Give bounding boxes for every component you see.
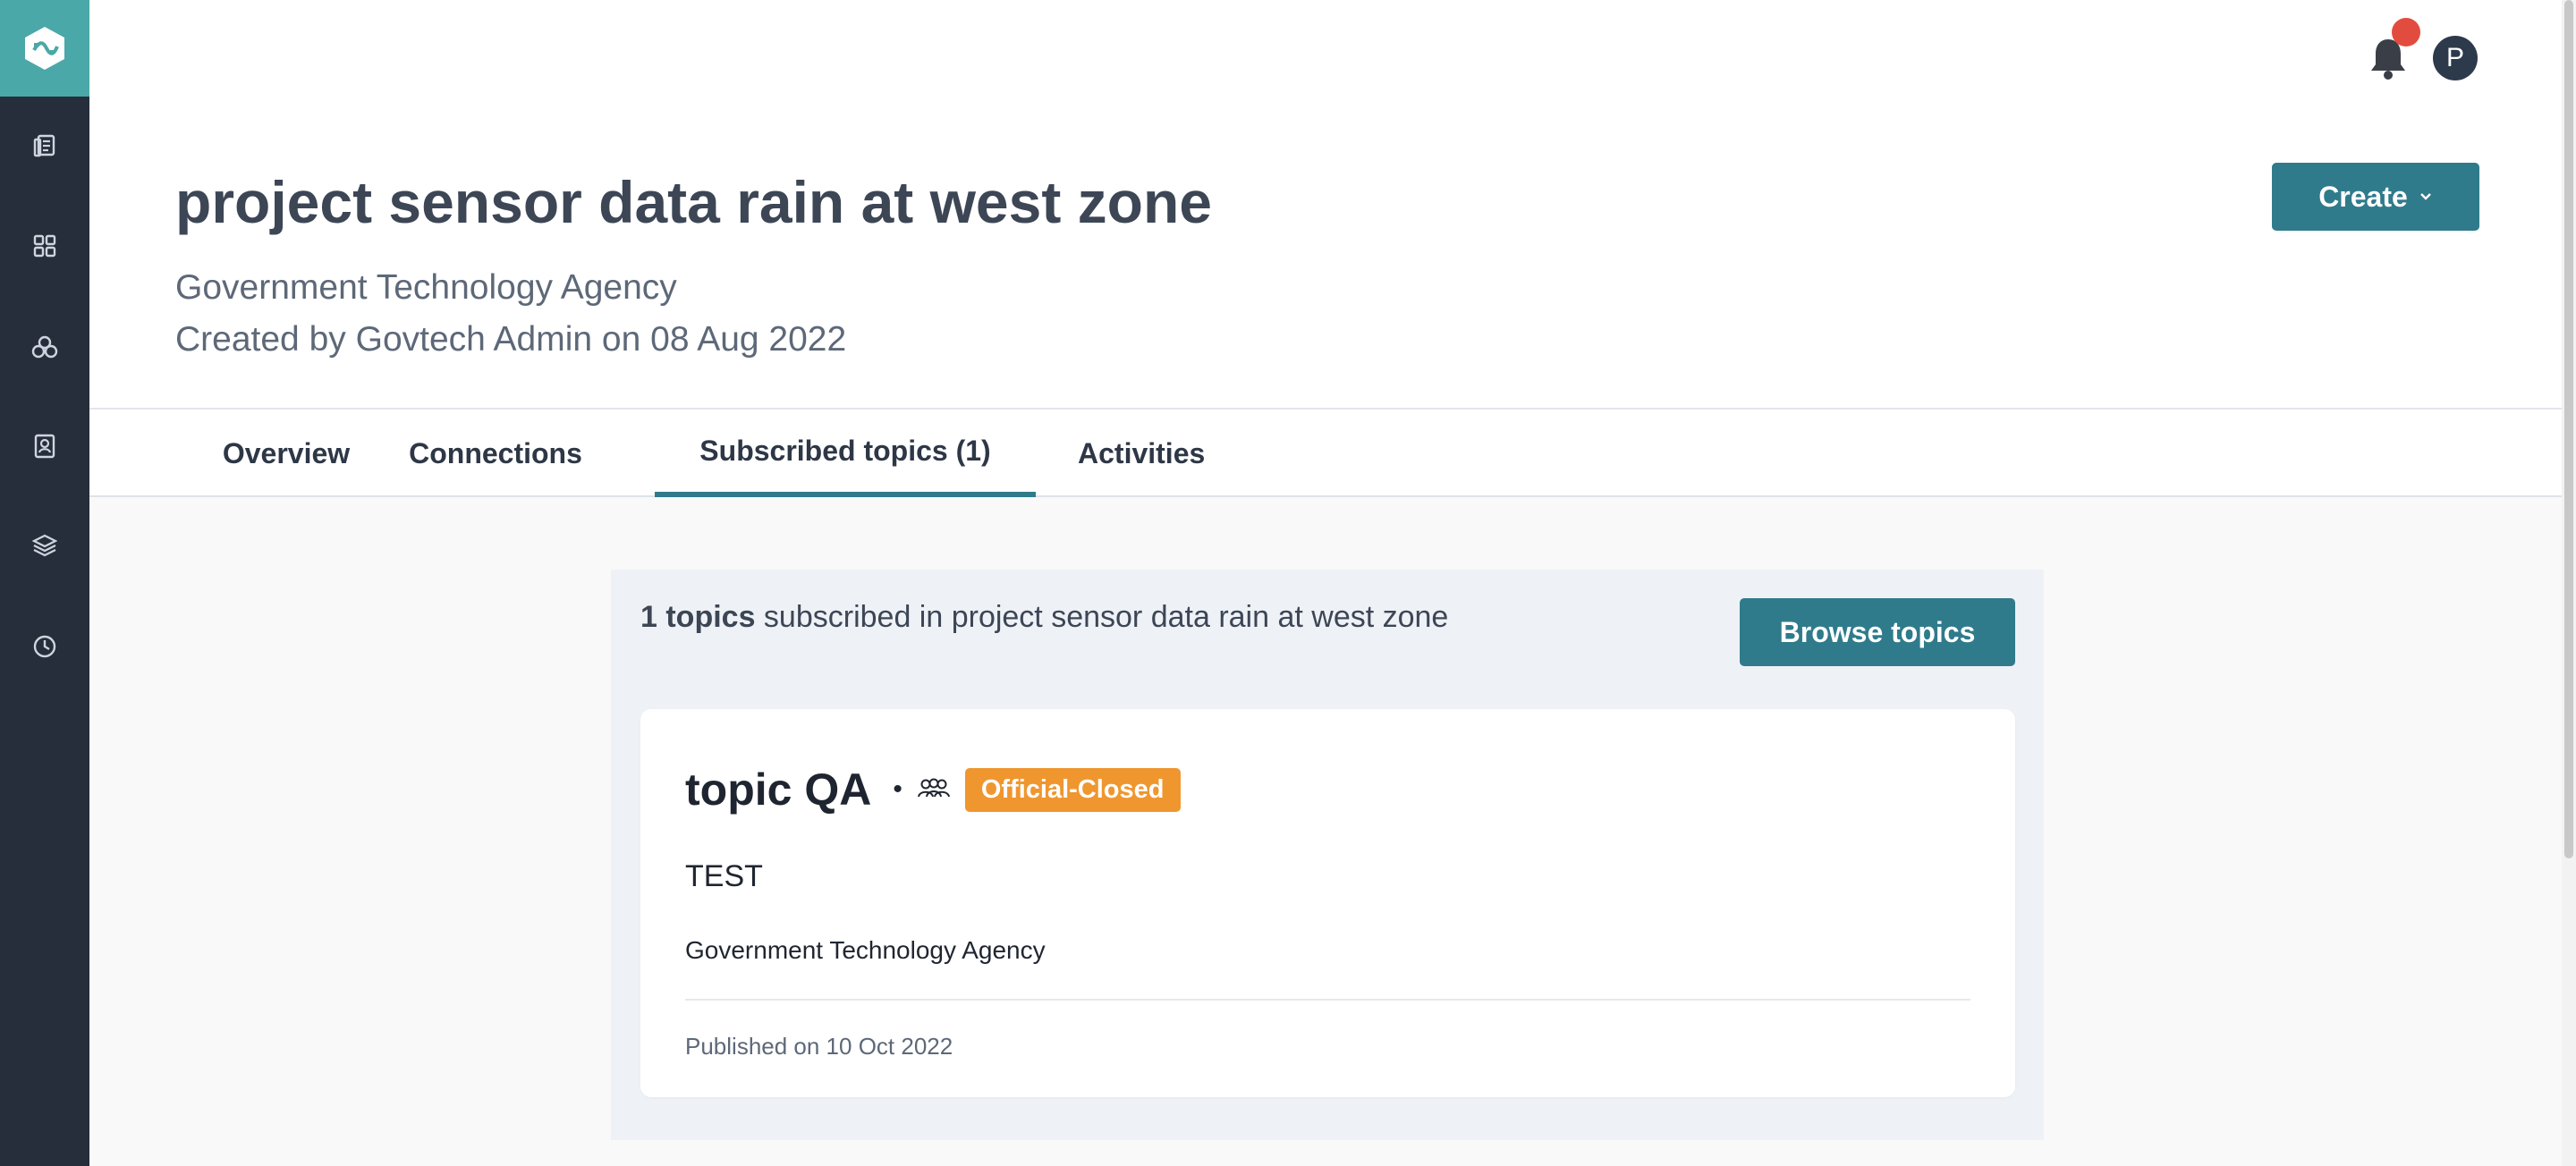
topic-description: TEST (685, 859, 763, 893)
logo-icon (25, 27, 64, 70)
chevron-down-icon (2419, 193, 2431, 200)
scrollbar-thumb[interactable] (2564, 0, 2573, 858)
layers-icon (32, 534, 57, 557)
group-icon (915, 777, 953, 802)
topic-published-date: Published on 10 Oct 2022 (685, 1033, 953, 1060)
sidebar-item-documents[interactable] (0, 119, 89, 173)
sidebar-item-layers[interactable] (0, 519, 89, 572)
status-badge: Official-Closed (964, 767, 1181, 812)
sidebar-item-contacts[interactable] (0, 419, 89, 473)
notification-badge (2392, 18, 2420, 46)
topics-icon (31, 335, 58, 359)
dashboard-icon (33, 234, 56, 258)
topic-title[interactable]: topic QA (685, 764, 871, 815)
tab-overview[interactable]: Overview (218, 410, 354, 497)
create-button-label: Create (2318, 180, 2408, 213)
app-logo[interactable] (0, 0, 89, 97)
card-divider (685, 999, 1970, 1001)
browse-topics-button[interactable]: Browse topics (1740, 598, 2015, 666)
scrollbar[interactable] (2562, 0, 2576, 1166)
topics-count: 1 topics (640, 600, 756, 634)
avatar[interactable]: P (2433, 36, 2478, 80)
topics-summary-text: subscribed in project sensor data rain a… (755, 600, 1449, 634)
topic-card[interactable]: topic QA • Official-Closed TEST Governme… (640, 709, 2015, 1097)
history-icon (33, 635, 56, 658)
tab-activities[interactable]: Activities (1073, 410, 1392, 497)
contacts-icon (34, 434, 55, 459)
topic-agency: Government Technology Agency (685, 936, 1046, 964)
separator-dot: • (893, 774, 902, 804)
create-button[interactable]: Create (2272, 163, 2479, 231)
documents-icon (33, 134, 55, 157)
tab-connections[interactable]: Connections (394, 410, 597, 497)
sidebar (0, 0, 89, 1166)
tab-subscribed-topics[interactable]: Subscribed topics (1) (655, 410, 1036, 497)
subscribed-topics-panel: 1 topics subscribed in project sensor da… (611, 570, 2044, 1140)
sidebar-item-history[interactable] (0, 620, 89, 673)
sidebar-item-dashboard[interactable] (0, 219, 89, 273)
topic-title-row: topic QA • Official-Closed (685, 761, 1181, 818)
page-title: project sensor data rain at west zone (175, 169, 1212, 235)
project-agency: Government Technology Agency (175, 268, 677, 307)
project-created: Created by Govtech Admin on 08 Aug 2022 (175, 320, 847, 359)
sidebar-item-topics[interactable] (0, 320, 89, 374)
tab-bar: Overview Connections Subscribed topics (… (89, 410, 2562, 497)
topics-summary: 1 topics subscribed in project sensor da… (640, 600, 1448, 635)
